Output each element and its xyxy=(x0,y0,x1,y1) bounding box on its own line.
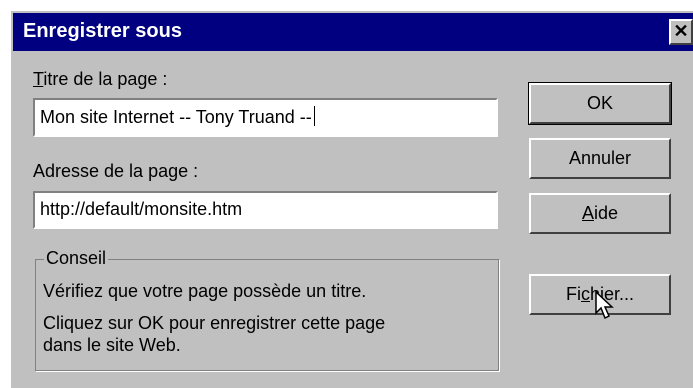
page-title-label: Titre de la page : xyxy=(33,69,168,89)
title-bar: Enregistrer sous ✕ xyxy=(13,13,693,51)
help-button[interactable]: Aide xyxy=(529,193,671,234)
page-address-value: http://default/monsite.htm xyxy=(40,199,243,219)
page-title-value: Mon site Internet -- Tony Truand -- xyxy=(40,107,312,127)
tip-groupbox: Conseil Vérifiez que votre page possède … xyxy=(35,248,499,371)
close-button[interactable]: ✕ xyxy=(669,19,693,45)
text-caret xyxy=(313,106,315,126)
page-address-input[interactable]: http://default/monsite.htm xyxy=(33,191,498,229)
ok-button[interactable]: OK xyxy=(528,82,672,125)
save-as-dialog: Enregistrer sous ✕ Titre de la page : Mo… xyxy=(10,10,693,388)
page-title-input[interactable]: Mon site Internet -- Tony Truand -- xyxy=(33,98,498,137)
mouse-pointer-icon xyxy=(595,291,614,320)
tip-line-2: Cliquez sur OK pour enregistrer cette pa… xyxy=(43,313,386,333)
cancel-button[interactable]: Annuler xyxy=(529,138,671,179)
tip-legend: Conseil xyxy=(44,248,109,269)
close-icon: ✕ xyxy=(673,21,689,41)
dialog-title: Enregistrer sous xyxy=(23,20,182,42)
tip-line-1: Vérifiez que votre page possède un titre… xyxy=(43,281,367,301)
tip-line-3: dans le site Web. xyxy=(43,335,181,355)
page-address-label: Adresse de la page : xyxy=(33,161,199,181)
